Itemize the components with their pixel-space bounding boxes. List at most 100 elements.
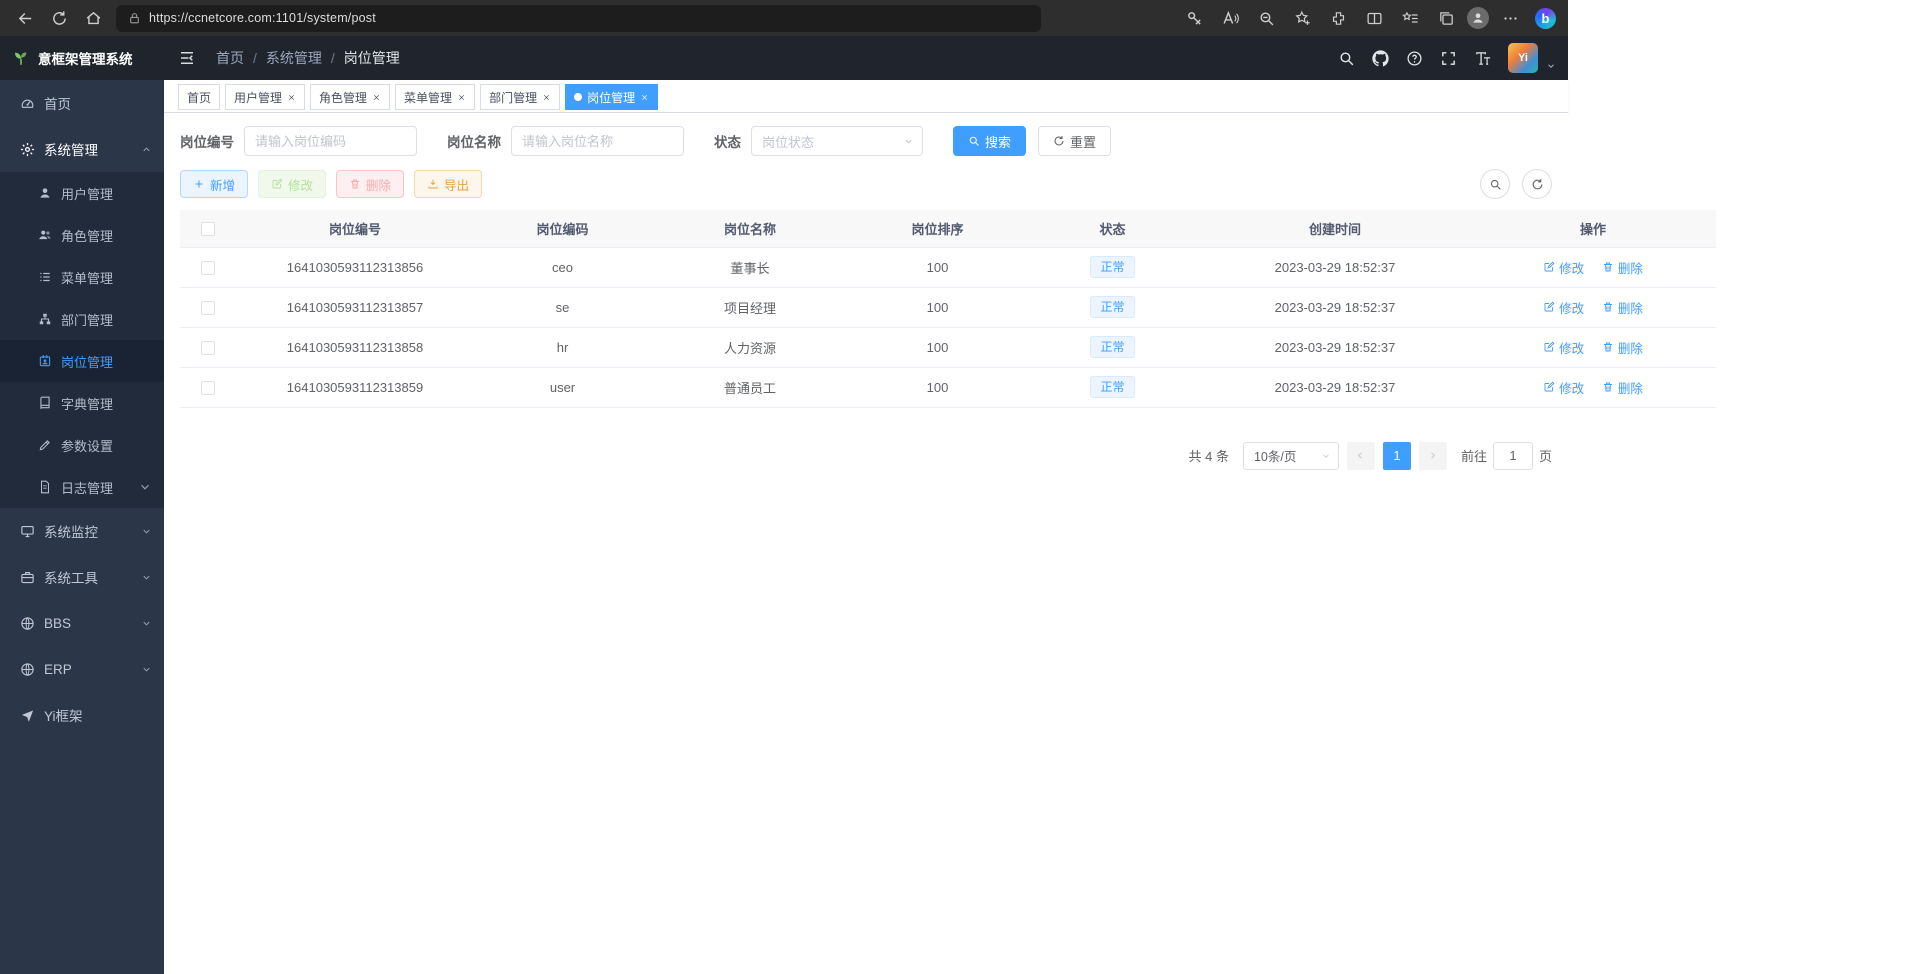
page-number-1[interactable]: 1 xyxy=(1383,442,1411,470)
read-aloud-icon[interactable] xyxy=(1215,4,1245,32)
toolbox-icon xyxy=(20,570,35,585)
zoom-out-icon[interactable] xyxy=(1251,4,1281,32)
row-edit-link[interactable]: 修改 xyxy=(1543,338,1584,357)
page-size-select[interactable]: 10条/页 xyxy=(1243,442,1339,470)
breadcrumb-separator: / xyxy=(253,50,257,66)
sidebar-item-user-mgmt[interactable]: 用户管理 xyxy=(0,172,164,214)
copilot-icon[interactable]: b xyxy=(1535,8,1556,29)
github-icon[interactable] xyxy=(1372,50,1389,67)
cell-post-sort: 100 xyxy=(850,247,1025,287)
breadcrumb-system[interactable]: 系统管理 xyxy=(266,48,322,68)
row-edit-link[interactable]: 修改 xyxy=(1543,378,1584,397)
sidebar-item-label: 角色管理 xyxy=(61,226,113,245)
sidebar-item-system-monitor[interactable]: 系统监控 xyxy=(0,508,164,554)
sidebar-item-param-settings[interactable]: 参数设置 xyxy=(0,424,164,466)
sidebar-item-yi-framework[interactable]: Yi框架 xyxy=(0,692,164,738)
collections-icon[interactable] xyxy=(1431,4,1461,32)
row-delete-link[interactable]: 删除 xyxy=(1602,298,1643,317)
select-all-checkbox[interactable] xyxy=(201,222,215,236)
avatar-dropdown-caret-icon[interactable] xyxy=(1546,61,1556,71)
app-logo[interactable]: 意框架管理系统 xyxy=(0,36,164,80)
table-header-row: 岗位编号 岗位编码 岗位名称 岗位排序 状态 创建时间 操作 xyxy=(180,210,1716,247)
address-bar[interactable]: https://ccnetcore.com:1101/system/post xyxy=(116,5,1041,32)
sidebar-item-bbs[interactable]: BBS xyxy=(0,600,164,646)
tab-post-mgmt[interactable]: 岗位管理 xyxy=(565,84,658,110)
row-edit-link[interactable]: 修改 xyxy=(1543,258,1584,277)
cell-created: 2023-03-29 18:52:37 xyxy=(1200,287,1470,327)
post-code-label: 岗位编号 xyxy=(180,131,234,151)
sidebar-item-system-tools[interactable]: 系统工具 xyxy=(0,554,164,600)
row-delete-link[interactable]: 删除 xyxy=(1602,258,1643,277)
browser-refresh-button[interactable] xyxy=(42,3,76,33)
org-tree-icon xyxy=(38,312,52,326)
sidebar-item-menu-mgmt[interactable]: 菜单管理 xyxy=(0,256,164,298)
tab-home[interactable]: 首页 xyxy=(178,84,220,110)
sidebar-item-log-mgmt[interactable]: 日志管理 xyxy=(0,466,164,508)
row-delete-link[interactable]: 删除 xyxy=(1602,338,1643,357)
password-key-icon[interactable] xyxy=(1179,4,1209,32)
row-edit-link[interactable]: 修改 xyxy=(1543,298,1584,317)
search-button[interactable]: 搜索 xyxy=(953,126,1026,156)
table-row[interactable]: 1641030593112313857 se 项目经理 100 正常 2023-… xyxy=(180,287,1716,327)
add-favorite-icon[interactable] xyxy=(1287,4,1317,32)
sidebar-item-role-mgmt[interactable]: 角色管理 xyxy=(0,214,164,256)
tab-close-icon[interactable] xyxy=(457,93,466,102)
sidebar-item-erp[interactable]: ERP xyxy=(0,646,164,692)
cell-created: 2023-03-29 18:52:37 xyxy=(1200,367,1470,407)
user-avatar[interactable]: Yi xyxy=(1508,43,1538,73)
refresh-table-button[interactable] xyxy=(1522,169,1552,199)
fullscreen-icon[interactable] xyxy=(1440,50,1457,67)
delete-button[interactable]: 删除 xyxy=(336,170,404,198)
reset-button[interactable]: 重置 xyxy=(1038,126,1111,156)
prev-page-button[interactable] xyxy=(1347,442,1375,470)
column-post-sort: 岗位排序 xyxy=(850,210,1025,247)
table-row[interactable]: 1641030593112313859 user 普通员工 100 正常 202… xyxy=(180,367,1716,407)
tab-close-icon[interactable] xyxy=(542,93,551,102)
pagination: 共 4 条 10条/页 1 前往 页 xyxy=(180,442,1552,470)
row-checkbox[interactable] xyxy=(201,341,215,355)
row-checkbox[interactable] xyxy=(201,261,215,275)
sidebar-item-home[interactable]: 首页 xyxy=(0,80,164,126)
sidebar-item-post-mgmt[interactable]: 岗位管理 xyxy=(0,340,164,382)
tab-close-icon[interactable] xyxy=(287,93,296,102)
tab-close-icon[interactable] xyxy=(372,93,381,102)
breadcrumb-home[interactable]: 首页 xyxy=(216,48,244,68)
tab-menu-mgmt[interactable]: 菜单管理 xyxy=(395,84,475,110)
back-icon xyxy=(17,10,34,27)
post-name-input[interactable] xyxy=(511,126,684,156)
tab-role-mgmt[interactable]: 角色管理 xyxy=(310,84,390,110)
edit-button[interactable]: 修改 xyxy=(258,170,326,198)
tab-close-icon[interactable] xyxy=(640,93,649,102)
sidebar-item-dept-mgmt[interactable]: 部门管理 xyxy=(0,298,164,340)
row-checkbox[interactable] xyxy=(201,301,215,315)
table-row[interactable]: 1641030593112313856 ceo 董事长 100 正常 2023-… xyxy=(180,247,1716,287)
browser-back-button[interactable] xyxy=(8,3,42,33)
tab-dept-mgmt[interactable]: 部门管理 xyxy=(480,84,560,110)
extensions-icon[interactable] xyxy=(1323,4,1353,32)
browser-menu-icon[interactable] xyxy=(1495,4,1525,32)
row-delete-link[interactable]: 删除 xyxy=(1602,378,1643,397)
browser-profile-avatar[interactable] xyxy=(1467,7,1489,29)
add-button[interactable]: 新增 xyxy=(180,170,248,198)
post-code-input[interactable] xyxy=(244,126,417,156)
next-page-button[interactable] xyxy=(1419,442,1447,470)
split-screen-icon[interactable] xyxy=(1359,4,1389,32)
status-select[interactable]: 岗位状态 xyxy=(751,126,923,156)
tab-user-mgmt[interactable]: 用户管理 xyxy=(225,84,305,110)
post-name-label: 岗位名称 xyxy=(447,131,501,151)
goto-page-input[interactable] xyxy=(1493,442,1533,470)
browser-home-button[interactable] xyxy=(76,3,110,33)
filter-status: 状态 岗位状态 xyxy=(714,126,923,156)
sidebar-toggle-icon[interactable] xyxy=(178,49,196,67)
font-size-icon[interactable] xyxy=(1474,50,1491,67)
sidebar-item-dict-mgmt[interactable]: 字典管理 xyxy=(0,382,164,424)
row-checkbox[interactable] xyxy=(201,381,215,395)
export-button[interactable]: 导出 xyxy=(414,170,482,198)
header-search-icon[interactable] xyxy=(1338,50,1355,67)
sidebar-item-system-mgmt[interactable]: 系统管理 xyxy=(0,126,164,172)
table-row[interactable]: 1641030593112313858 hr 人力资源 100 正常 2023-… xyxy=(180,327,1716,367)
favorites-bar-icon[interactable] xyxy=(1395,4,1425,32)
help-icon[interactable] xyxy=(1406,50,1423,67)
toggle-search-button[interactable] xyxy=(1480,169,1510,199)
tab-label: 部门管理 xyxy=(489,89,537,106)
